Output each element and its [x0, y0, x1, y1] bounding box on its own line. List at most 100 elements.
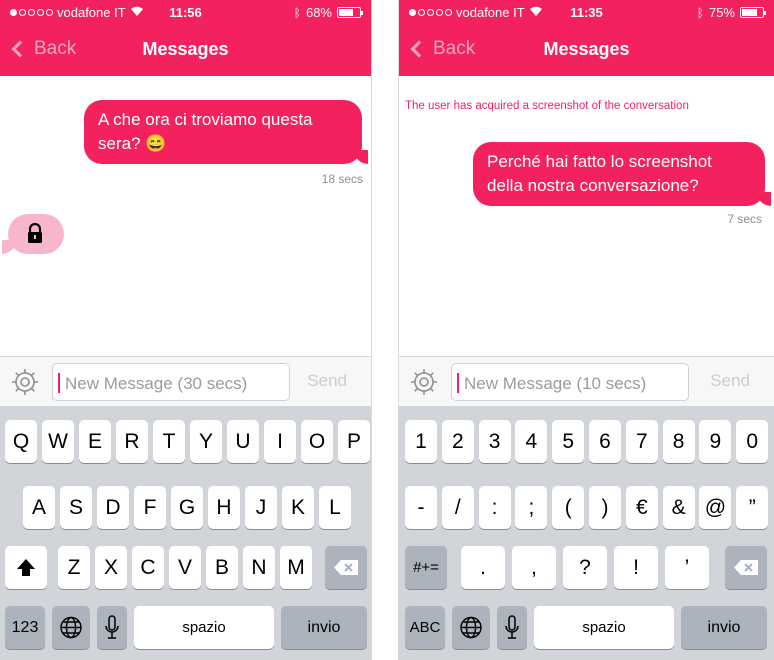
message-bubble-outgoing[interactable]: Perché hai fatto lo screenshot della nos…: [473, 142, 771, 206]
key-question[interactable]: ?: [563, 546, 607, 589]
nav-bar: Back Messages: [0, 30, 371, 70]
letters-mode-key[interactable]: ABC: [405, 606, 445, 649]
send-button[interactable]: Send: [710, 371, 750, 391]
key-u[interactable]: U: [227, 420, 259, 463]
key-exclamation[interactable]: !: [614, 546, 658, 589]
key-q[interactable]: Q: [5, 420, 37, 463]
backspace-key[interactable]: [725, 546, 767, 589]
key-euro[interactable]: €: [625, 486, 658, 529]
key-v[interactable]: V: [169, 546, 201, 589]
microphone-icon: [505, 615, 519, 639]
key-open-paren[interactable]: (: [552, 486, 585, 529]
keyboard: 1 2 3 4 5 6 7 8 9 0 - /:;() € & @” #+=.,?!’ ABC spazio inv…: [399, 406, 774, 660]
globe-key[interactable]: [452, 606, 490, 649]
shift-icon: [17, 559, 35, 576]
key-a[interactable]: A: [23, 486, 55, 529]
header: vodafone IT 11:35 ᛒ 75% Back Messages: [399, 0, 774, 76]
key-d[interactable]: D: [97, 486, 129, 529]
message-timestamp: 18 secs: [321, 172, 363, 186]
key-quote[interactable]: ”: [736, 486, 769, 529]
new-message-input[interactable]: New Message (30 secs): [52, 363, 290, 401]
return-key[interactable]: invio: [281, 606, 367, 649]
backspace-key[interactable]: [325, 546, 367, 589]
key-m[interactable]: M: [280, 546, 312, 589]
phone-screen-left: vodafone IT 11:56 ᛒ 68% Back Messages A …: [0, 0, 372, 660]
key-y[interactable]: Y: [190, 420, 222, 463]
input-placeholder: New Message (10 secs): [464, 374, 647, 393]
key-apostrophe[interactable]: ’: [665, 546, 709, 589]
battery-percentage: 68%: [305, 5, 332, 20]
dictation-key[interactable]: [497, 606, 527, 649]
page-title: Messages: [543, 39, 630, 59]
key-l[interactable]: L: [319, 486, 351, 529]
battery-percentage: 75%: [708, 5, 735, 20]
status-bar: vodafone IT 11:35 ᛒ 75%: [399, 0, 774, 26]
key-close-paren[interactable]: ): [589, 486, 621, 529]
space-key[interactable]: spazio: [534, 606, 674, 649]
key-5[interactable]: 5: [552, 420, 585, 463]
key-b[interactable]: B: [206, 546, 238, 589]
return-key[interactable]: invio: [681, 606, 767, 649]
globe-key[interactable]: [52, 606, 90, 649]
space-key[interactable]: spazio: [134, 606, 274, 649]
key-i[interactable]: I: [264, 420, 296, 463]
key-colon[interactable]: :: [478, 486, 511, 529]
key-r[interactable]: R: [116, 420, 148, 463]
shift-key[interactable]: [5, 546, 47, 589]
page-title: Messages: [142, 39, 229, 59]
key-0[interactable]: 0: [736, 420, 769, 463]
bluetooth-icon: ᛒ: [696, 5, 704, 20]
status-bar: vodafone IT 11:56 ᛒ 68%: [0, 0, 371, 26]
key-h[interactable]: H: [208, 486, 240, 529]
key-period[interactable]: .: [461, 546, 505, 589]
conversation: A che ora ci troviamo questa sera? 😄 18 …: [0, 76, 371, 356]
key-e[interactable]: E: [79, 420, 111, 463]
gear-icon[interactable]: [10, 367, 40, 397]
new-message-input[interactable]: New Message (10 secs): [451, 363, 689, 401]
key-t[interactable]: T: [153, 420, 185, 463]
gear-icon[interactable]: [409, 367, 439, 397]
key-9[interactable]: 9: [699, 420, 732, 463]
send-button[interactable]: Send: [307, 371, 347, 391]
dictation-key[interactable]: [97, 606, 127, 649]
message-bubble-outgoing[interactable]: A che ora ci troviamo questa sera? 😄: [84, 100, 368, 164]
key-slash[interactable]: /: [441, 486, 474, 529]
key-semicolon[interactable]: ;: [515, 486, 548, 529]
key-j[interactable]: J: [245, 486, 277, 529]
key-g[interactable]: G: [171, 486, 203, 529]
key-1[interactable]: 1: [405, 420, 437, 463]
microphone-icon: [105, 615, 119, 639]
numbers-mode-key[interactable]: 123: [5, 606, 45, 649]
key-minus[interactable]: -: [405, 486, 437, 529]
key-f[interactable]: F: [134, 486, 166, 529]
locked-message-bubble[interactable]: [2, 214, 64, 254]
key-x[interactable]: X: [95, 546, 127, 589]
key-at[interactable]: @: [699, 486, 732, 529]
key-6[interactable]: 6: [589, 420, 621, 463]
key-ampersand[interactable]: &: [662, 486, 695, 529]
key-w[interactable]: W: [42, 420, 74, 463]
key-7[interactable]: 7: [625, 420, 658, 463]
battery-icon: [337, 7, 363, 18]
key-4[interactable]: 4: [515, 420, 548, 463]
key-n[interactable]: N: [243, 546, 275, 589]
globe-icon: [460, 616, 482, 639]
battery-icon: [740, 7, 766, 18]
message-input-bar: New Message (30 secs) Send: [0, 356, 371, 406]
text-cursor: [58, 373, 60, 393]
key-3[interactable]: 3: [478, 420, 511, 463]
input-placeholder: New Message (30 secs): [65, 374, 248, 393]
key-2[interactable]: 2: [441, 420, 474, 463]
key-8[interactable]: 8: [662, 420, 695, 463]
key-s[interactable]: S: [60, 486, 92, 529]
symbols-mode-key[interactable]: #+=: [405, 546, 447, 589]
key-comma[interactable]: ,: [512, 546, 556, 589]
key-z[interactable]: Z: [58, 546, 90, 589]
bubble-tail: [2, 240, 16, 254]
key-k[interactable]: K: [282, 486, 314, 529]
backspace-icon: [334, 560, 358, 575]
key-c[interactable]: C: [132, 546, 164, 589]
screenshot-notice: The user has acquired a screenshot of th…: [405, 100, 689, 112]
key-o[interactable]: O: [301, 420, 333, 463]
key-p[interactable]: P: [338, 420, 370, 463]
